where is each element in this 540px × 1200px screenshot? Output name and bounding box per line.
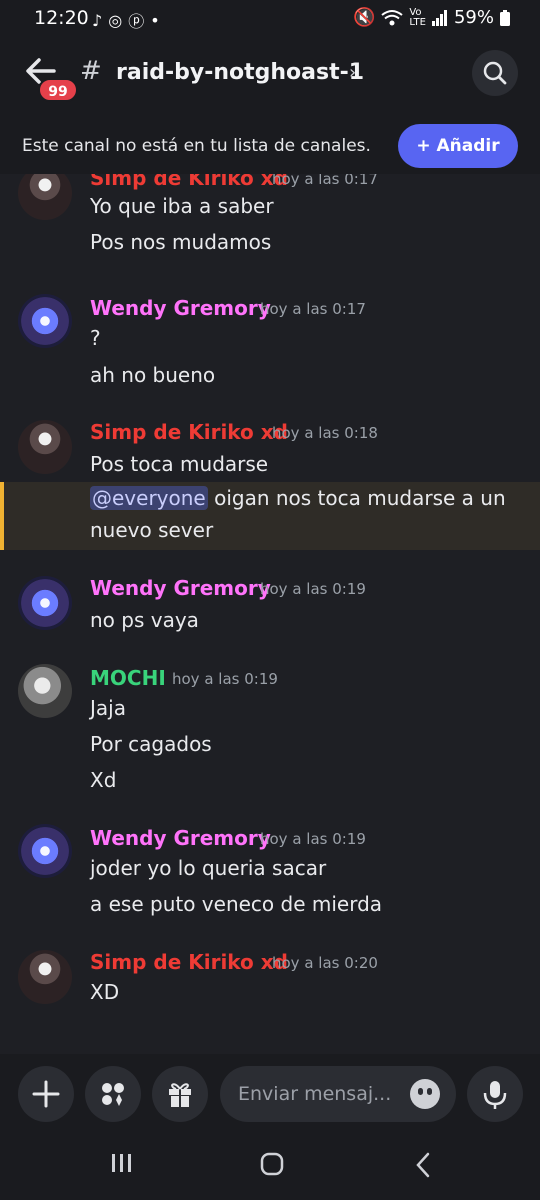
back-icon[interactable] [414, 1152, 432, 1178]
status-bar: 12:20 ♪ ◎ ⓟ • 🔇 Vo LTE 59% [0, 0, 540, 36]
channel-header: 99 # raid-by-notghoast-1 › [0, 36, 540, 112]
message-text: Por cagados [90, 732, 212, 756]
message-text: Pos nos mudamos [90, 230, 272, 254]
system-nav-bar [0, 1134, 540, 1200]
cell-signal-icon [431, 9, 447, 26]
battery-text: 59% [453, 7, 494, 28]
timestamp: hoy a las 0:17 [260, 300, 366, 318]
lte-icon: Vo LTE [409, 6, 426, 28]
channel-name[interactable]: raid-by-notghoast-1 [116, 60, 364, 85]
add-channel-button[interactable]: + Añadir [398, 124, 518, 168]
timestamp: hoy a las 0:17 [272, 174, 378, 188]
microphone-icon [483, 1081, 507, 1109]
notice-text: Este canal no está en tu lista de canale… [22, 136, 371, 156]
avatar[interactable] [18, 824, 72, 878]
apps-icon [102, 1083, 124, 1106]
apps-button[interactable] [85, 1066, 141, 1122]
author-name[interactable]: Simp de Kiriko xd [90, 174, 288, 190]
message-text: Xd [90, 768, 117, 792]
avatar[interactable] [18, 174, 72, 220]
avatar[interactable] [18, 420, 72, 474]
message-placeholder: Enviar mensaj... [238, 1083, 392, 1105]
attach-button[interactable] [18, 1066, 74, 1122]
author-name[interactable]: Simp de Kiriko xd [90, 420, 288, 444]
message-text: a ese puto veneco de mierda [90, 892, 383, 916]
home-icon[interactable] [260, 1152, 284, 1176]
unread-badge: 99 [38, 78, 78, 102]
voice-button[interactable] [467, 1066, 523, 1122]
composer-bar: Enviar mensaj... [0, 1054, 540, 1134]
message-list[interactable]: Simp de Kiriko xd hoy a las 0:17 Yo que … [0, 174, 540, 1054]
author-name[interactable]: Wendy Gremory [90, 576, 271, 600]
status-time: 12:20 [34, 7, 89, 29]
avatar[interactable] [18, 294, 72, 348]
author-name[interactable]: Simp de Kiriko xd [90, 950, 288, 974]
channel-notice: Este canal no está en tu lista de canale… [0, 112, 540, 174]
search-button[interactable] [472, 50, 518, 96]
dot-icon: • [150, 10, 160, 30]
emoji-icon[interactable] [410, 1079, 440, 1109]
timestamp: hoy a las 0:18 [272, 424, 378, 442]
message-text: Pos toca mudarse [90, 452, 269, 476]
timestamp: hoy a las 0:19 [260, 830, 366, 848]
author-name[interactable]: Wendy Gremory [90, 826, 271, 850]
everyone-mention[interactable]: @everyone [90, 486, 208, 510]
timestamp: hoy a las 0:19 [172, 670, 278, 688]
wifi-icon [381, 9, 403, 25]
mention-highlight: @everyone oigan nos toca mudarse a un nu… [0, 482, 540, 550]
hash-icon: # [80, 56, 102, 86]
plus-icon [32, 1080, 60, 1108]
battery-icon [500, 9, 510, 26]
search-icon [483, 61, 507, 85]
avatar[interactable] [18, 576, 72, 630]
gift-icon [169, 1083, 191, 1107]
message-text: ah no bueno [90, 363, 216, 387]
message-text: joder yo lo queria sacar [90, 856, 327, 880]
mute-icon: 🔇 [352, 7, 376, 28]
mention-rest: oigan nos toca mudarse a un [207, 486, 506, 510]
message-text: nuevo sever [90, 518, 214, 542]
message-text: ? [90, 326, 101, 350]
avatar[interactable] [18, 950, 72, 1004]
avatar[interactable] [18, 664, 72, 718]
timestamp: hoy a las 0:19 [260, 580, 366, 598]
message-text: XD [90, 980, 120, 1004]
recents-icon[interactable] [110, 1152, 134, 1174]
chevron-right-icon[interactable]: › [349, 62, 356, 83]
gift-button[interactable] [152, 1066, 208, 1122]
message-text: Yo que iba a saber [90, 194, 274, 218]
pinterest-icon: ⓟ [128, 12, 145, 31]
tiktok-icon: ♪ [92, 10, 103, 30]
timestamp: hoy a las 0:20 [272, 954, 378, 972]
signal-icon: ◎ [108, 10, 123, 30]
message-text: no ps vaya [90, 608, 199, 632]
author-name[interactable]: MOCHI [90, 666, 166, 690]
message-text: @everyone oigan nos toca mudarse a un [90, 486, 506, 510]
message-text: Jaja [90, 696, 126, 720]
author-name[interactable]: Wendy Gremory [90, 296, 271, 320]
message-input[interactable]: Enviar mensaj... [220, 1066, 456, 1122]
